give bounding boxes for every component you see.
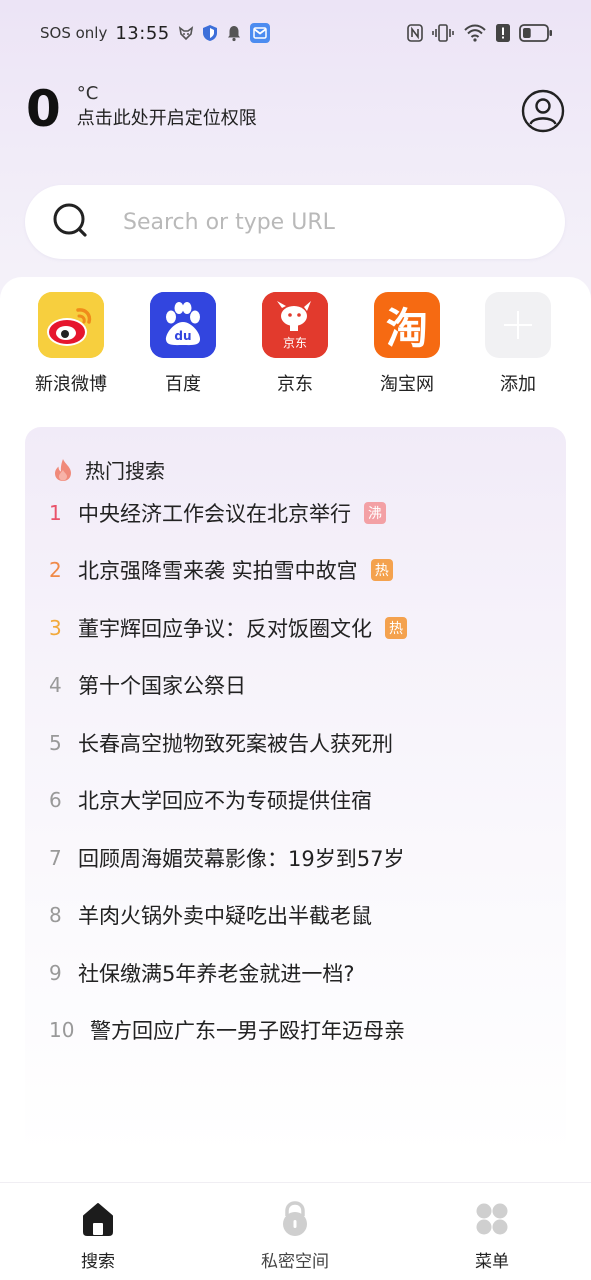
rank-number: 8 [49, 903, 62, 928]
wifi-icon [463, 24, 487, 42]
status-left: SOS only 13:55 [40, 23, 270, 44]
profile-button[interactable] [521, 89, 565, 133]
shortcut-baidu[interactable]: du 百度 [133, 292, 233, 396]
hot-badge: 热 [370, 559, 393, 582]
hot-search-text: 社保缴满5年养老金就进一档? [78, 961, 355, 986]
hot-search-list: 1 中央经济工作会议在北京举行 沸 2 北京强降雪来袭 实拍雪中故宫 热 3 董… [25, 484, 566, 1059]
boiling-badge: 沸 [364, 501, 386, 524]
vibrate-icon [432, 24, 454, 42]
shortcut-label: 新浪微博 [35, 374, 107, 395]
hot-search-text: 北京大学回应不为专硕提供住宿 [78, 789, 372, 814]
hot-search-text: 长春高空抛物致死案被告人获死刑 [78, 731, 393, 756]
search-bar[interactable]: Search or type URL [25, 185, 565, 259]
hot-badge: 热 [385, 616, 407, 639]
hot-search-text: 第十个国家公祭日 [78, 674, 246, 699]
hot-search-item[interactable]: 6 北京大学回应不为专硕提供住宿 [25, 772, 566, 830]
rank-number: 10 [49, 1018, 75, 1043]
hot-search-header: 热门搜索 [53, 455, 165, 484]
menu-grid-icon [476, 1203, 508, 1235]
hot-search-item[interactable]: 1 中央经济工作会议在北京举行 沸 [25, 484, 566, 542]
hot-search-text: 董宇辉回应争议：反对饭圈文化 [78, 616, 372, 641]
weather-widget[interactable]: 0 °C 点击此处开启定位权限 [26, 80, 257, 138]
nav-menu[interactable]: 菜单 [432, 1199, 552, 1272]
hot-search-card: 热门搜索 1 中央经济工作会议在北京举行 沸 2 北京强降雪来袭 实拍雪中故宫 … [25, 427, 566, 1157]
nav-label: 搜索 [81, 1252, 115, 1272]
search-input[interactable]: Search or type URL [123, 210, 335, 235]
fox-icon [178, 25, 194, 41]
hot-search-text: 北京强降雪来袭 实拍雪中故宫 [78, 559, 358, 584]
hot-search-text: 羊肉火锅外卖中疑吃出半截老鼠 [78, 904, 372, 929]
taobao-icon: 淘 [374, 292, 440, 358]
hot-search-text: 警方回应广东一男子殴打年迈母亲 [90, 1019, 405, 1044]
rank-number: 7 [49, 845, 62, 870]
shortcut-grid: 新浪微博 du 百度 京东 京东 淘 淘宝网 添加 [0, 292, 591, 402]
weather-info: °C 点击此处开启定位权限 [77, 80, 257, 132]
hot-search-title: 热门搜索 [85, 459, 165, 483]
shortcut-label: 淘宝网 [380, 374, 434, 395]
hot-search-item[interactable]: 7 回顾周海媚荧幕影像：19岁到57岁 [25, 829, 566, 887]
shortcut-weibo[interactable]: 新浪微博 [21, 292, 121, 396]
flame-icon [55, 458, 71, 481]
jd-icon: 京东 [262, 292, 328, 358]
nav-search[interactable]: 搜索 [38, 1199, 158, 1272]
rank-number: 6 [49, 788, 62, 813]
rank-number: 3 [49, 615, 62, 640]
shortcut-jd[interactable]: 京东 京东 [245, 292, 345, 396]
bell-icon [226, 24, 242, 42]
rank-number: 5 [49, 730, 62, 755]
shortcut-label: 添加 [500, 374, 536, 395]
shortcut-label: 京东 [277, 374, 313, 395]
hot-search-item[interactable]: 2 北京强降雪来袭 实拍雪中故宫 热 [25, 542, 566, 600]
rank-number: 4 [49, 673, 62, 698]
alert-icon [496, 24, 510, 42]
shortcut-add[interactable]: 添加 [468, 292, 568, 396]
carrier-text: SOS only [40, 24, 108, 42]
bottom-nav: 搜索 私密空间 菜单 [0, 1182, 591, 1280]
hot-search-item[interactable]: 8 羊肉火锅外卖中疑吃出半截老鼠 [25, 887, 566, 945]
home-icon [83, 1203, 113, 1236]
location-permission-link[interactable]: 点击此处开启定位权限 [77, 106, 257, 132]
add-icon [485, 292, 551, 358]
jd-logo-text: 京东 [282, 335, 307, 350]
clock: 13:55 [115, 22, 170, 44]
nav-label: 私密空间 [261, 1252, 329, 1272]
hot-search-item[interactable]: 3 董宇辉回应争议：反对饭圈文化 热 [25, 599, 566, 657]
user-icon [521, 89, 565, 133]
shortcut-label: 百度 [165, 374, 201, 395]
rank-number: 1 [49, 500, 62, 525]
temperature: 0 [26, 80, 61, 138]
temperature-unit: °C [76, 83, 99, 104]
rank-number: 2 [49, 558, 62, 583]
baidu-icon: du [150, 292, 216, 358]
search-icon [53, 203, 87, 237]
battery-icon [519, 24, 553, 42]
hot-search-item[interactable]: 9 社保缴满5年养老金就进一档? [25, 944, 566, 1002]
hot-search-item[interactable]: 5 长春高空抛物致死案被告人获死刑 [25, 714, 566, 772]
hot-search-item[interactable]: 10 警方回应广东一男子殴打年迈母亲 [25, 1002, 566, 1060]
lock-icon [283, 1201, 307, 1236]
hot-search-text: 中央经济工作会议在北京举行 [78, 501, 351, 526]
shield-icon [202, 24, 218, 42]
nav-label: 菜单 [475, 1252, 509, 1272]
nfc-icon [407, 24, 423, 42]
status-bar: SOS only 13:55 [0, 0, 591, 66]
svg-text:du: du [174, 329, 191, 343]
nav-private-space[interactable]: 私密空间 [235, 1199, 355, 1272]
rank-number: 9 [49, 960, 62, 985]
message-app-icon [249, 23, 270, 43]
hot-search-text: 回顾周海媚荧幕影像：19岁到57岁 [78, 846, 405, 871]
shortcut-taobao[interactable]: 淘 淘宝网 [357, 292, 457, 396]
status-right [407, 24, 553, 42]
taobao-glyph: 淘 [385, 303, 428, 353]
weibo-icon [38, 292, 104, 358]
hot-search-item[interactable]: 4 第十个国家公祭日 [25, 657, 566, 715]
